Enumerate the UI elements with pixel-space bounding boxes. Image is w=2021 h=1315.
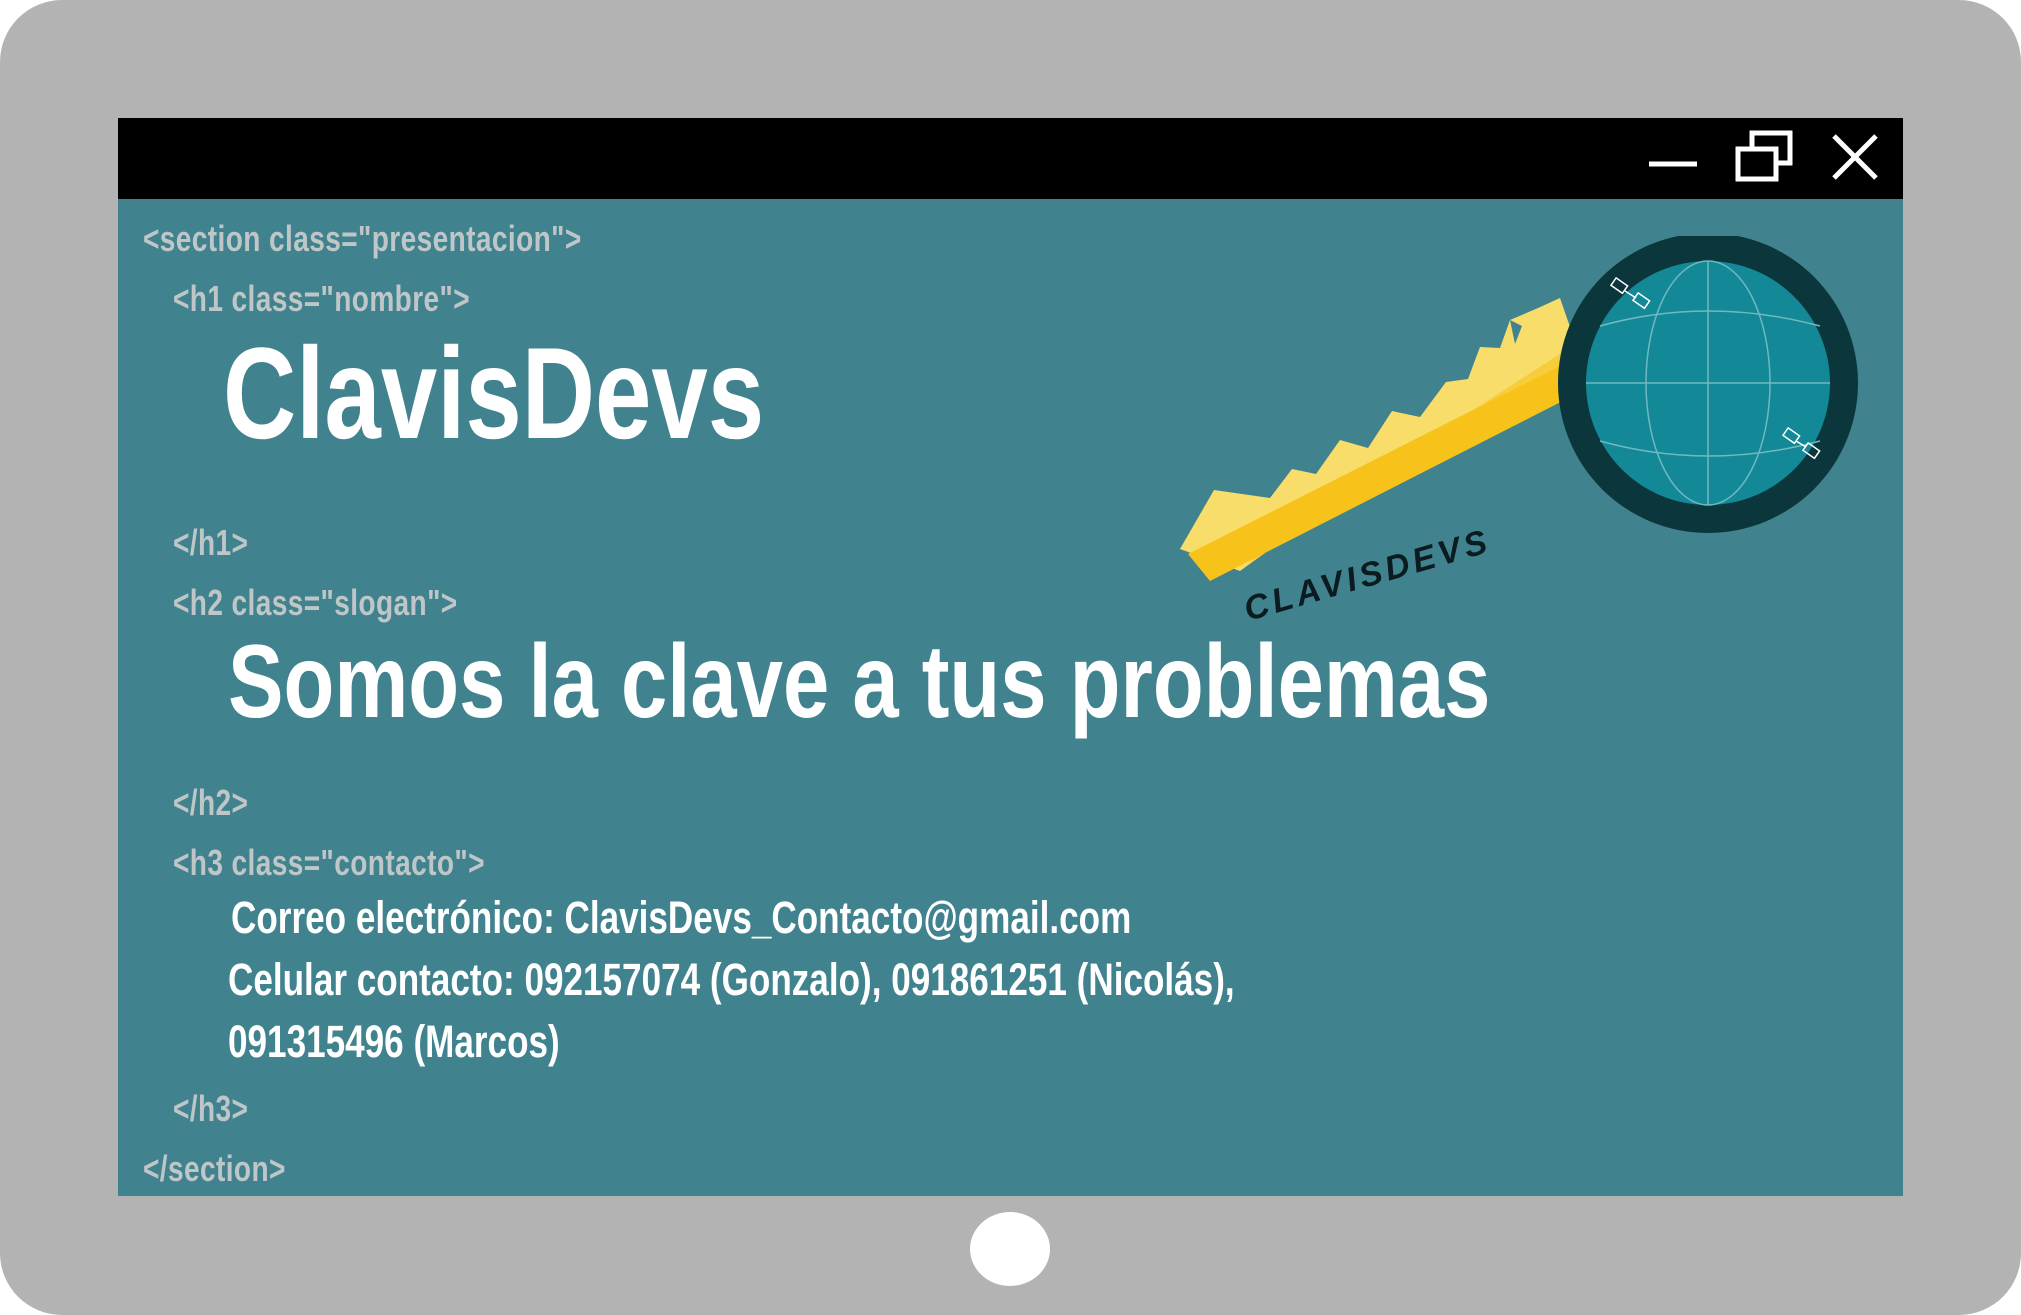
screen: <section class="presentacion"> <h1 class…: [118, 118, 1903, 1196]
code-h3-open: <h3 class="contacto">: [173, 842, 485, 883]
contact-phone-line-1: Celular contacto: 092157074 (Gonzalo), 0…: [228, 954, 1235, 1005]
code-h2-open: <h2 class="slogan">: [173, 582, 458, 623]
tablet-frame: <section class="presentacion"> <h1 class…: [0, 0, 2021, 1315]
minimize-icon[interactable]: [1641, 128, 1705, 188]
code-h1-close: </h1>: [173, 522, 249, 563]
key-icon: [1180, 298, 1592, 581]
slogan-heading: Somos la clave a tus problemas: [228, 624, 1491, 740]
brand-name-heading: ClavisDevs: [223, 320, 765, 466]
globe-icon: [1558, 233, 1858, 533]
code-h3-close: </h3>: [173, 1088, 249, 1129]
window-titlebar: [118, 118, 1903, 199]
contact-phone-line-2: 091315496 (Marcos): [228, 1016, 560, 1067]
code-section-close: </section>: [143, 1148, 286, 1189]
code-h1-open: <h1 class="nombre">: [173, 278, 471, 319]
clavisdevs-logo: CLAVISDEVS: [1180, 233, 1900, 636]
contact-email: Correo electrónico: ClavisDevs_Contacto@…: [231, 892, 1132, 943]
code-section-open: <section class="presentacion">: [143, 218, 582, 259]
close-icon[interactable]: [1824, 128, 1888, 188]
home-button[interactable]: [970, 1212, 1050, 1286]
restore-icon[interactable]: [1732, 128, 1796, 188]
code-h2-close: </h2>: [173, 782, 249, 823]
